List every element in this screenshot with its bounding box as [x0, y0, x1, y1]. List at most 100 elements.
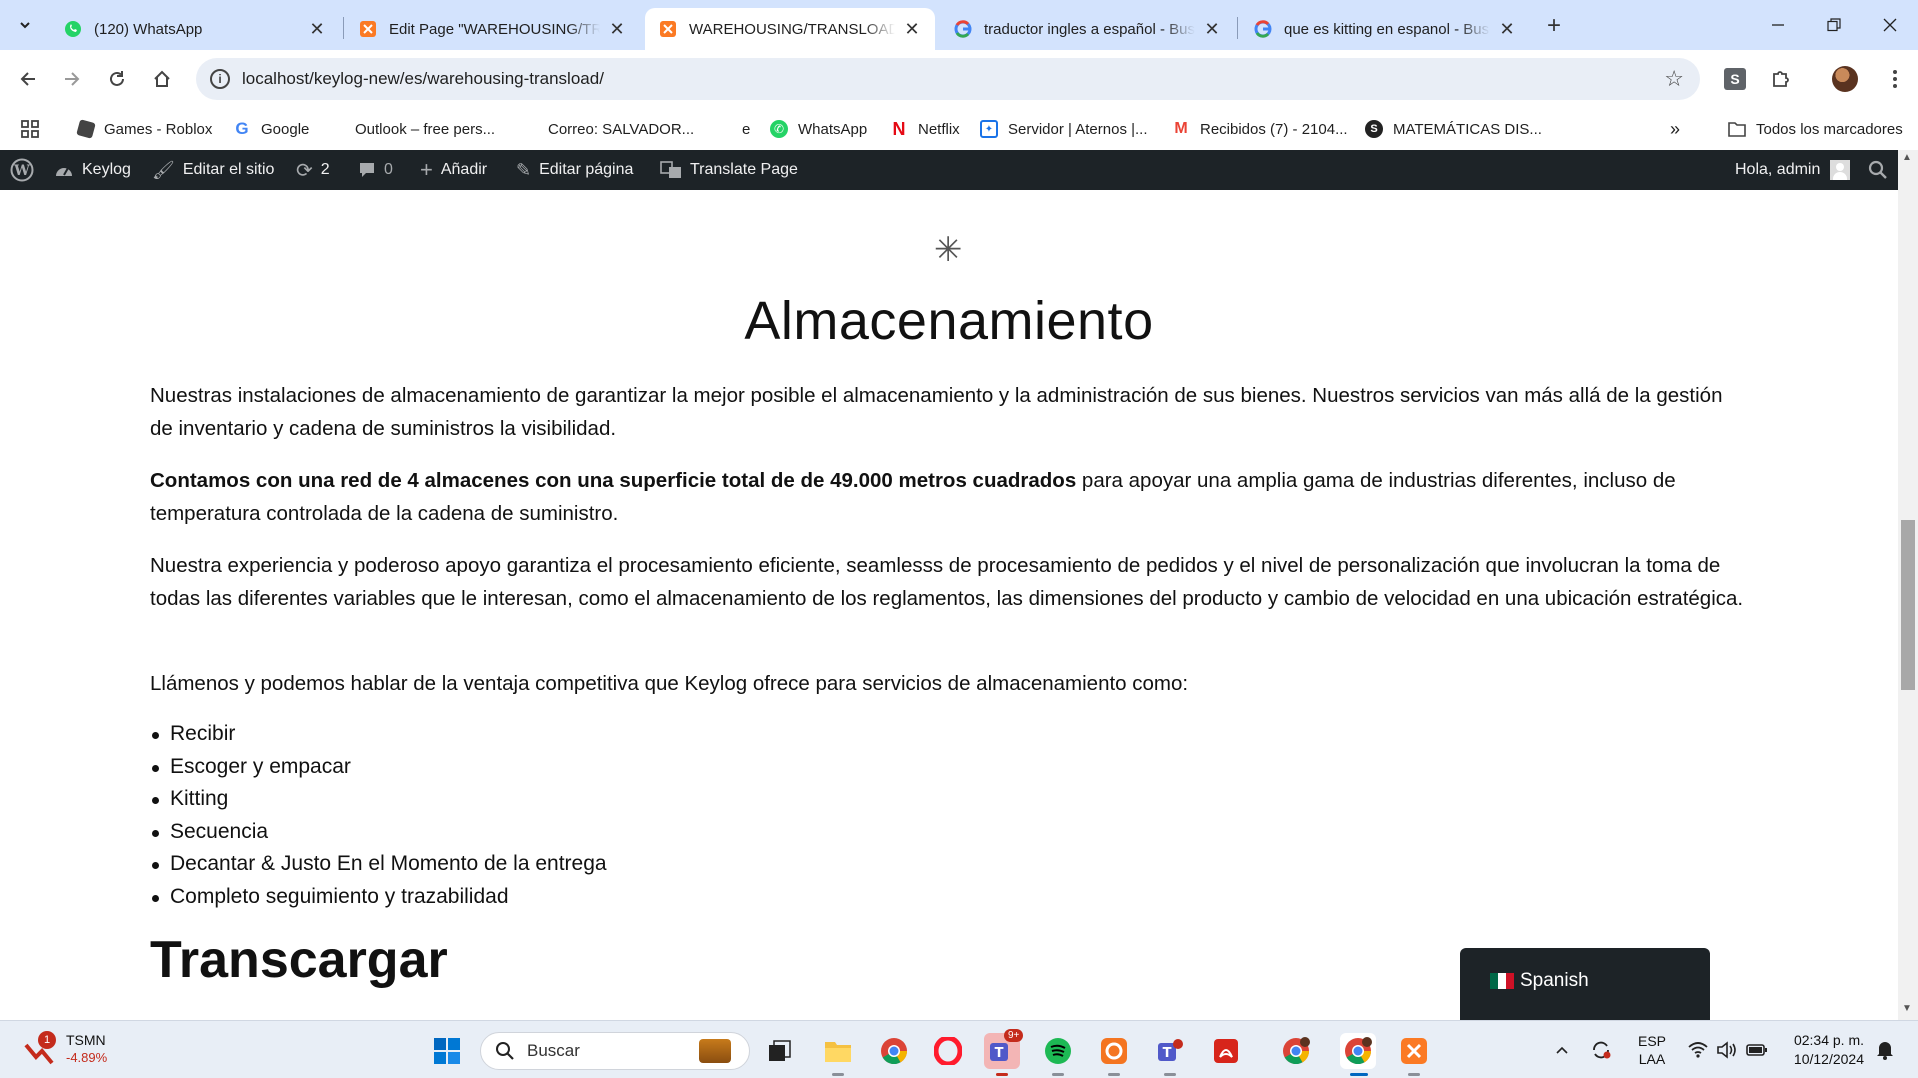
- tab-title: Edit Page "WAREHOUSING/TRA: [389, 20, 600, 38]
- comments-link[interactable]: 0: [358, 150, 393, 190]
- comment-bubble-icon: [358, 162, 376, 178]
- tab-whatsapp[interactable]: (120) WhatsApp ✕: [50, 8, 340, 50]
- bookmarks-bar: Games - Roblox G Google Outlook – free p…: [0, 108, 1918, 150]
- whatsapp-icon: ✆: [770, 120, 788, 138]
- crunchyroll-icon[interactable]: [1096, 1033, 1132, 1069]
- close-icon[interactable]: ✕: [901, 18, 923, 40]
- spotify-icon[interactable]: [1040, 1033, 1076, 1069]
- acrobat-icon[interactable]: [1208, 1033, 1244, 1069]
- volume-icon[interactable]: [1716, 1021, 1738, 1078]
- site-name-menu[interactable]: Keylog: [54, 150, 131, 190]
- sync-icon[interactable]: [1590, 1021, 1612, 1078]
- reload-button[interactable]: [101, 63, 133, 95]
- start-button[interactable]: [429, 1033, 465, 1069]
- teams-icon[interactable]: T 9+: [984, 1029, 1024, 1069]
- clock-date: 10/12/2024: [1793, 1051, 1864, 1067]
- scroll-up-arrow-icon[interactable]: ▲: [1902, 152, 1912, 163]
- bookmark-e[interactable]: e: [714, 118, 750, 140]
- restore-button[interactable]: [1808, 8, 1860, 42]
- xampp-icon[interactable]: [1396, 1033, 1432, 1069]
- opera-icon[interactable]: [930, 1033, 966, 1069]
- battery-icon[interactable]: [1746, 1021, 1768, 1078]
- address-bar[interactable]: i localhost/keylog-new/es/warehousing-tr…: [196, 58, 1700, 100]
- bookmark-google[interactable]: G Google: [233, 118, 309, 140]
- bookmark-star-icon[interactable]: ☆: [1664, 66, 1684, 92]
- restore-icon: [1827, 18, 1841, 32]
- stock-name: TSMN: [66, 1032, 106, 1048]
- mexico-flag-icon: [1490, 973, 1514, 989]
- stock-widget[interactable]: 1 TSMN -4.89%: [24, 1031, 107, 1067]
- scroll-down-arrow-icon[interactable]: ▼: [1902, 1003, 1912, 1014]
- url-text: localhost/keylog-new/es/warehousing-tran…: [242, 69, 604, 88]
- taskbar-search[interactable]: Buscar: [480, 1032, 750, 1070]
- bookmark-netflix[interactable]: N Netflix: [890, 118, 960, 140]
- tab-warehousing-active[interactable]: WAREHOUSING/TRANSLOAD - ✕: [645, 8, 935, 50]
- chrome-profile-icon[interactable]: [1278, 1033, 1314, 1069]
- netflix-icon: N: [892, 118, 906, 139]
- language-switcher[interactable]: Spanish: [1460, 948, 1710, 1020]
- windows-logo-icon: [434, 1038, 460, 1064]
- reload-icon: [110, 71, 124, 86]
- bookmark-matematicas[interactable]: S MATEMÁTICAS DIS...: [1365, 118, 1542, 140]
- file-explorer-icon[interactable]: [820, 1033, 856, 1069]
- tab-edit-page[interactable]: Edit Page "WAREHOUSING/TRA ✕: [345, 8, 640, 50]
- site-info-icon[interactable]: i: [210, 69, 230, 89]
- bookmark-outlook[interactable]: Outlook – free pers...: [327, 118, 495, 140]
- bookmark-roblox[interactable]: Games - Roblox: [76, 118, 212, 140]
- teams-classic-icon[interactable]: T: [1152, 1033, 1188, 1069]
- admin-search-icon[interactable]: [1868, 150, 1888, 190]
- input-language-indicator[interactable]: ESP LAA: [1638, 1021, 1666, 1078]
- list-item: Kitting: [150, 783, 607, 816]
- translate-page-link[interactable]: Translate Page: [660, 150, 798, 190]
- tab-traductor[interactable]: traductor ingles a español - Bus ✕: [940, 8, 1235, 50]
- plus-icon: +: [420, 157, 433, 182]
- forward-button[interactable]: [56, 63, 88, 95]
- close-icon[interactable]: ✕: [306, 18, 328, 40]
- notification-bell-icon[interactable]: [1876, 1021, 1894, 1078]
- all-bookmarks[interactable]: Todos los marcadores: [1728, 118, 1903, 140]
- edit-site-link[interactable]: 🖌 Editar el sitio: [152, 150, 274, 190]
- avatar: [1830, 160, 1851, 180]
- tab-search-button[interactable]: [10, 10, 40, 40]
- profile-avatar[interactable]: [1830, 64, 1860, 94]
- back-button[interactable]: [12, 63, 44, 95]
- tab-kitting[interactable]: que es kitting en espanol - Busc ✕: [1240, 8, 1530, 50]
- close-icon[interactable]: ✕: [606, 18, 628, 40]
- show-hidden-icons-chevron-icon[interactable]: [1554, 1021, 1570, 1078]
- apps-grid-icon[interactable]: [20, 118, 40, 140]
- updates-link[interactable]: ⟳ 2: [296, 150, 330, 190]
- extension-s-icon[interactable]: S: [1720, 64, 1750, 94]
- clock[interactable]: 02:34 p. m. 10/12/2024: [1788, 1021, 1864, 1078]
- list-item: Completo seguimiento y trazabilidad: [150, 881, 607, 914]
- bookmark-whatsapp[interactable]: ✆ WhatsApp: [770, 118, 867, 140]
- paragraph-network-bold: Contamos con una red de 4 almacenes con …: [150, 469, 1077, 492]
- add-new-menu[interactable]: + Añadir: [420, 150, 487, 190]
- my-account-menu[interactable]: Hola, admin: [1735, 150, 1851, 190]
- close-window-button[interactable]: [1864, 8, 1916, 42]
- wifi-icon[interactable]: [1688, 1021, 1708, 1078]
- minimize-button[interactable]: [1752, 8, 1804, 42]
- close-icon[interactable]: ✕: [1496, 18, 1518, 40]
- bookmark-correo[interactable]: Correo: SALVADOR...: [520, 118, 694, 140]
- task-view-icon[interactable]: [762, 1033, 798, 1069]
- arrow-left-icon: [20, 72, 35, 86]
- asterisk-separator-icon: ✳: [934, 231, 963, 269]
- bookmark-aternos[interactable]: ✦ Servidor | Aternos |...: [980, 118, 1148, 140]
- menu-kebab-icon[interactable]: [1880, 64, 1910, 94]
- more-bookmarks-chevron-icon[interactable]: »: [1670, 118, 1680, 140]
- chevron-down-icon: [20, 22, 30, 29]
- edit-page-link[interactable]: ✎ Editar página: [516, 150, 633, 190]
- extensions-puzzle-icon[interactable]: [1766, 64, 1796, 94]
- new-tab-button[interactable]: +: [1540, 12, 1568, 40]
- chrome-active-icon[interactable]: [1340, 1033, 1376, 1069]
- close-icon[interactable]: ✕: [1201, 18, 1223, 40]
- page-content: ✳ Almacenamiento Nuestras instalaciones …: [0, 190, 1898, 1020]
- wordpress-logo[interactable]: W: [10, 150, 34, 190]
- chrome-icon[interactable]: [876, 1033, 912, 1069]
- bookmark-gmail[interactable]: M Recibidos (7) - 2104...: [1172, 118, 1347, 140]
- scrollbar-thumb[interactable]: [1901, 520, 1915, 690]
- home-button[interactable]: [146, 63, 178, 95]
- paragraph-network: Contamos con una red de 4 almacenes con …: [150, 464, 1750, 530]
- stock-change: -4.89%: [66, 1050, 108, 1065]
- dashboard-gauge-icon: [54, 162, 74, 178]
